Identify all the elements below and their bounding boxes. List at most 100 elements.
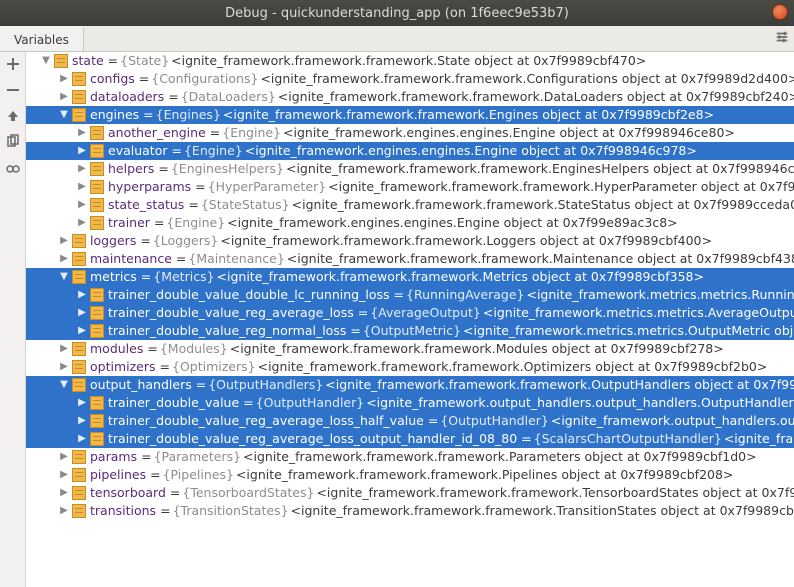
variable-type: {State} <box>120 52 169 70</box>
var-row-oh-half-value[interactable]: ▶trainer_double_value_reg_average_loss_h… <box>26 412 794 430</box>
var-row-trainer[interactable]: ▶trainer = {Engine} <ignite_framework.en… <box>26 214 794 232</box>
tab-variables[interactable]: Variables <box>0 26 84 51</box>
variable-repr: <ignite_framework.framework.framework.Ou… <box>325 376 794 394</box>
chevron-right-icon[interactable]: ▶ <box>76 124 88 142</box>
var-row-metrics[interactable]: ▼metrics = {Metrics} <ignite_framework.f… <box>26 268 794 286</box>
chevron-down-icon[interactable]: ▼ <box>58 106 70 124</box>
up-icon[interactable] <box>5 108 21 124</box>
var-row-loggers[interactable]: ▶loggers = {Loggers} <ignite_framework.f… <box>26 232 794 250</box>
remove-watch-icon[interactable] <box>5 82 21 98</box>
variable-type: {TransitionStates} <box>173 502 289 520</box>
chevron-right-icon[interactable]: ▶ <box>58 466 70 484</box>
add-watch-icon[interactable] <box>5 56 21 72</box>
var-row-metric-output[interactable]: ▶trainer_double_value_reg_normal_loss = … <box>26 322 794 340</box>
object-icon <box>90 324 104 338</box>
var-row-dataloaders[interactable]: ▶dataloaders = {DataLoaders} <ignite_fra… <box>26 88 794 106</box>
variable-repr: <ignite_framework.framework.framework.Co… <box>260 70 794 88</box>
var-row-tensorboard[interactable]: ▶tensorboard = {TensorboardStates} <igni… <box>26 484 794 502</box>
variable-repr: <ignite_framework.framework.framework.Mo… <box>230 340 724 358</box>
object-icon <box>90 126 104 140</box>
var-row-state-status[interactable]: ▶state_status = {StateStatus} <ignite_fr… <box>26 196 794 214</box>
chevron-right-icon[interactable]: ▶ <box>58 358 70 376</box>
variable-type: {OutputHandler} <box>256 394 365 412</box>
chevron-right-icon[interactable]: ▶ <box>76 304 88 322</box>
var-row-oh-trainer-double-value[interactable]: ▶trainer_double_value = {OutputHandler} … <box>26 394 794 412</box>
var-row-transitions[interactable]: ▶transitions = {TransitionStates} <ignit… <box>26 502 794 520</box>
chevron-right-icon[interactable]: ▶ <box>58 70 70 88</box>
chevron-right-icon[interactable]: ▶ <box>76 322 88 340</box>
variable-type: {OutputHandler} <box>440 412 549 430</box>
window-titlebar: Debug - quickunderstanding_app (on 1f6ee… <box>0 0 794 26</box>
variable-name: trainer_double_value <box>108 394 239 412</box>
chevron-right-icon[interactable]: ▶ <box>76 430 88 448</box>
panel-settings-button[interactable] <box>770 26 794 51</box>
variables-tree[interactable]: ▼state = {State} <ignite_framework.frame… <box>26 52 794 587</box>
var-row-helpers[interactable]: ▶helpers = {EnginesHelpers} <ignite_fram… <box>26 160 794 178</box>
variable-type: {Pipelines} <box>163 466 234 484</box>
var-row-optimizers[interactable]: ▶optimizers = {Optimizers} <ignite_frame… <box>26 358 794 376</box>
gear-icon <box>775 30 789 48</box>
chevron-right-icon[interactable]: ▶ <box>76 394 88 412</box>
var-row-params[interactable]: ▶params = {Parameters} <ignite_framework… <box>26 448 794 466</box>
duplicate-icon[interactable] <box>5 134 21 150</box>
var-row-metric-running-avg[interactable]: ▶ trainer_double_value_double_lc_running_… <box>26 286 794 304</box>
variable-repr: <ignite_framew <box>724 430 794 448</box>
variable-repr: <ignite_framework.framework.framework.Tr… <box>291 502 794 520</box>
chevron-right-icon[interactable]: ▶ <box>76 286 88 304</box>
object-icon <box>90 198 104 212</box>
chevron-down-icon[interactable]: ▼ <box>58 268 70 286</box>
chevron-right-icon[interactable]: ▶ <box>76 214 88 232</box>
variable-type: {Maintenance} <box>188 250 284 268</box>
var-row-metric-avg-output[interactable]: ▶trainer_double_value_reg_average_loss =… <box>26 304 794 322</box>
var-row-state[interactable]: ▼state = {State} <ignite_framework.frame… <box>26 52 794 70</box>
variable-repr: <ignite_framework.framework.framework.Ma… <box>287 250 794 268</box>
chevron-right-icon[interactable]: ▶ <box>76 142 88 160</box>
variable-name: trainer_double_value_reg_average_loss <box>108 304 354 322</box>
object-icon <box>72 486 86 500</box>
chevron-right-icon[interactable]: ▶ <box>76 412 88 430</box>
var-row-cutoff <box>26 520 794 538</box>
variable-type: {Engines} <box>156 106 221 124</box>
variable-repr: <ignite_framework.engines.engines.Engine… <box>283 124 735 142</box>
chevron-down-icon[interactable]: ▼ <box>58 376 70 394</box>
variable-repr: <ignite_framework.engines.engines.Engine… <box>227 214 677 232</box>
chevron-right-icon[interactable]: ▶ <box>58 250 70 268</box>
variable-repr: <ignite_framework.framework.framework.Da… <box>278 88 794 106</box>
chevron-right-icon[interactable]: ▶ <box>76 178 88 196</box>
chevron-right-icon[interactable]: ▶ <box>76 196 88 214</box>
var-row-hyperparams[interactable]: ▶hyperparams = {HyperParameter} <ignite_… <box>26 178 794 196</box>
variable-type: {DataLoaders} <box>181 88 276 106</box>
variable-repr: <ignite_framework.framework.framework.En… <box>286 160 794 178</box>
chevron-right-icon[interactable]: ▶ <box>76 160 88 178</box>
variable-type: {Modules} <box>160 340 228 358</box>
glasses-icon[interactable] <box>5 160 21 176</box>
variable-repr: <ignite_framework.framework.framework.St… <box>171 52 646 70</box>
variable-name: output_handlers <box>90 376 192 394</box>
chevron-right-icon[interactable]: ▶ <box>58 88 70 106</box>
var-row-maintenance[interactable]: ▶maintenance = {Maintenance} <ignite_fra… <box>26 250 794 268</box>
object-icon <box>72 72 86 86</box>
variable-name: trainer_double_value_double_lc_running_l… <box>108 286 390 304</box>
variable-repr: <ignite_framework.framework.framework.Pa… <box>243 448 757 466</box>
chevron-right-icon[interactable]: ▶ <box>58 448 70 466</box>
var-row-output-handlers[interactable]: ▼output_handlers = {OutputHandlers} <ign… <box>26 376 794 394</box>
var-row-evaluator[interactable]: ▶evaluator = {Engine} <ignite_framework.… <box>26 142 794 160</box>
chevron-right-icon[interactable]: ▶ <box>58 340 70 358</box>
var-row-oh-scalars-chart[interactable]: ▶ trainer_double_value_reg_average_loss_o… <box>26 430 794 448</box>
variable-repr: <ignite_framework.output_handlers.output… <box>366 394 794 412</box>
var-row-modules[interactable]: ▶modules = {Modules} <ignite_framework.f… <box>26 340 794 358</box>
var-row-engines[interactable]: ▼engines = {Engines} <ignite_framework.f… <box>26 106 794 124</box>
chevron-right-icon[interactable]: ▶ <box>58 484 70 502</box>
chevron-right-icon[interactable]: ▶ <box>58 232 70 250</box>
variable-name: trainer_double_value_reg_average_loss_ou… <box>108 430 517 448</box>
var-row-pipelines[interactable]: ▶pipelines = {Pipelines} <ignite_framewo… <box>26 466 794 484</box>
chevron-down-icon[interactable]: ▼ <box>40 52 52 70</box>
variable-repr: <ignite_framework.framework.framework.Op… <box>258 358 768 376</box>
close-icon[interactable] <box>772 4 788 20</box>
var-row-configs[interactable]: ▶configs = {Configurations} <ignite_fram… <box>26 70 794 88</box>
chevron-right-icon[interactable]: ▶ <box>58 502 70 520</box>
variable-name: transitions <box>90 502 156 520</box>
var-row-another-engine[interactable]: ▶another_engine = {Engine} <ignite_frame… <box>26 124 794 142</box>
object-icon <box>72 378 86 392</box>
variable-type: {OutputHandlers} <box>208 376 323 394</box>
